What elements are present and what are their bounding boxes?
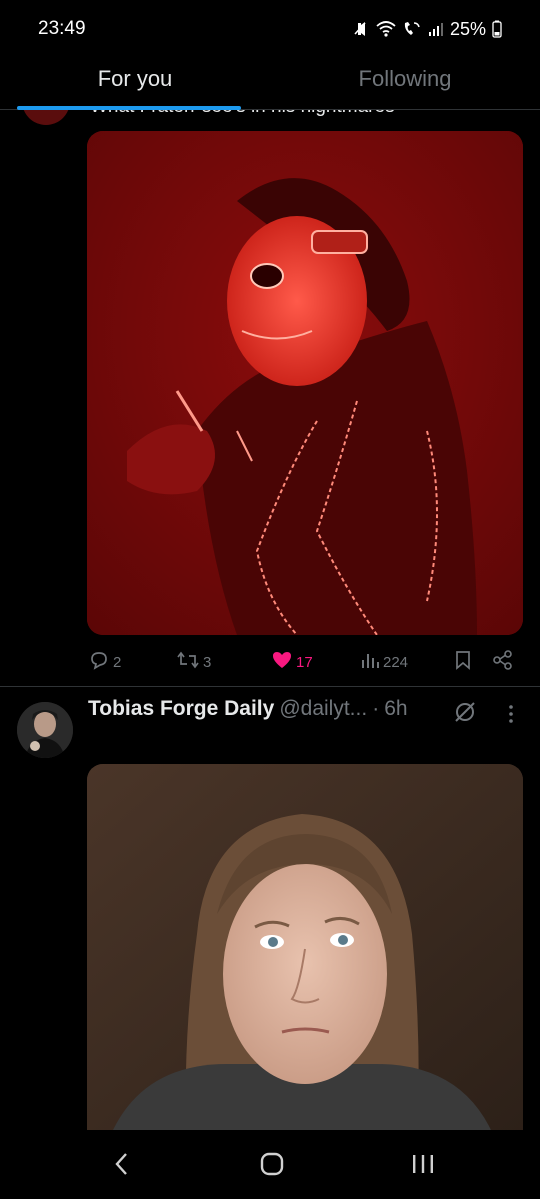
mute-icon (352, 20, 370, 38)
retweet-icon (176, 650, 200, 674)
status-bar: 23:49 25% (0, 0, 540, 58)
long-haired-man-image[interactable] (87, 764, 523, 1144)
more-icon[interactable] (503, 703, 519, 730)
reply-button[interactable]: 2 (88, 650, 121, 674)
like-count: 17 (296, 653, 313, 671)
tab-label: Following (358, 66, 452, 91)
views-count: 224 (383, 653, 409, 671)
signal-icon (428, 21, 444, 37)
battery-text: 25% (449, 18, 486, 39)
red-masked-performer-image[interactable] (87, 131, 523, 635)
wifi-icon (376, 20, 396, 38)
reply-icon (88, 650, 110, 674)
tweet-divider (0, 686, 540, 687)
tweet-time[interactable]: 6h (384, 697, 407, 721)
author-handle[interactable]: @dailyt... (279, 697, 367, 721)
retweet-count: 3 (203, 653, 212, 671)
system-navbar (0, 1130, 540, 1199)
views-button[interactable]: 224 (360, 650, 408, 674)
tab-for-you[interactable]: For you (0, 58, 270, 109)
timeline-tabs: For you Following (0, 58, 540, 110)
recents-icon[interactable] (409, 1150, 437, 1183)
wifi-call-icon (402, 20, 422, 38)
tab-following[interactable]: Following (270, 58, 540, 109)
views-icon (360, 650, 380, 674)
status-icons: 25% (352, 19, 502, 40)
reply-count: 2 (113, 653, 122, 671)
back-icon[interactable] (112, 1150, 132, 1183)
heart-icon (271, 650, 293, 674)
battery-icon (492, 20, 502, 38)
tweet-header: Tobias Forge Daily @dailyt... · 6h (88, 697, 408, 721)
retweet-button[interactable]: 3 (176, 650, 211, 674)
tab-label: For you (97, 66, 173, 91)
share-button[interactable] (492, 649, 514, 675)
home-icon[interactable] (259, 1150, 285, 1183)
bookmark-icon (454, 649, 472, 675)
active-tab-indicator (17, 106, 241, 110)
tweet-actions: 2 3 17 224 (88, 648, 518, 676)
grok-icon[interactable] (452, 699, 478, 730)
like-button[interactable]: 17 (271, 650, 313, 674)
separator: · (372, 697, 380, 720)
avatar[interactable] (17, 702, 73, 758)
share-icon (492, 649, 514, 675)
bookmark-button[interactable] (454, 649, 472, 675)
author-name[interactable]: Tobias Forge Daily (88, 697, 274, 721)
status-time: 23:49 (38, 18, 86, 39)
